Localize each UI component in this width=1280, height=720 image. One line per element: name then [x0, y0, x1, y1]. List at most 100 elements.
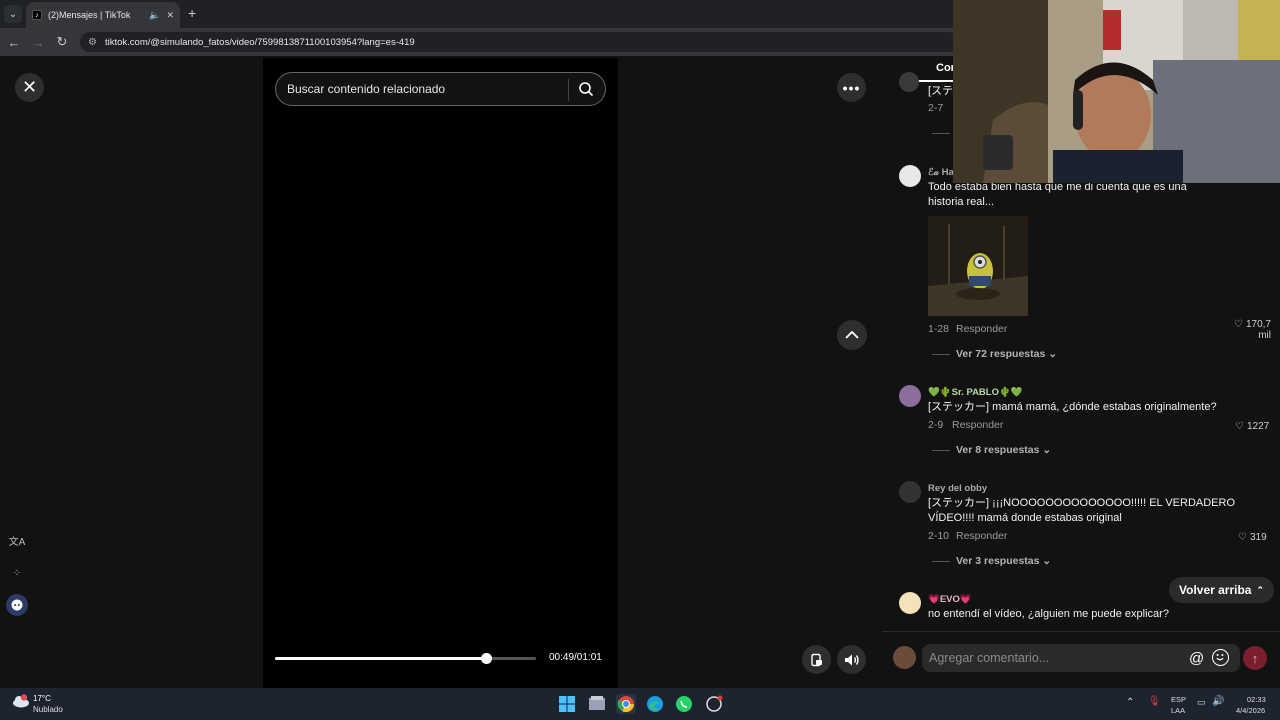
- volume-tray-icon[interactable]: 🔊: [1212, 696, 1224, 707]
- avatar[interactable]: [899, 165, 921, 187]
- view-replies-button[interactable]: Ver 3 respuestas ⌄: [956, 555, 1051, 567]
- related-search-input[interactable]: Buscar contenido relacionado: [275, 72, 606, 106]
- new-tab-button[interactable]: +: [188, 6, 196, 20]
- comment-date: 2-9: [928, 419, 944, 431]
- progress-bar-fill: [275, 657, 487, 660]
- reply-button[interactable]: Responder: [952, 419, 1003, 431]
- chevron-up-icon: [845, 330, 859, 339]
- windows-taskbar: [0, 688, 1280, 720]
- search-placeholder: Buscar contenido relacionado: [287, 82, 446, 96]
- comment-username[interactable]: ℰ𝒶 Ha: [928, 167, 954, 178]
- replies-divider: [932, 354, 950, 355]
- reload-icon[interactable]: ↻: [53, 33, 71, 51]
- url-bar[interactable]: ⚙ tiktok.com/@simulando_fatos/video/7599…: [80, 32, 960, 52]
- close-icon: ✕: [21, 77, 38, 97]
- clock-date[interactable]: 4/4/2026: [1236, 706, 1265, 715]
- view-replies-button[interactable]: Ver 72 respuestas ⌄: [956, 348, 1057, 360]
- like-count: 170,7: [1245, 319, 1271, 330]
- like-count: 319: [1249, 532, 1267, 543]
- file-explorer-icon[interactable]: [587, 694, 607, 714]
- site-settings-icon[interactable]: ⚙: [88, 37, 97, 48]
- cloud-icon[interactable]: [12, 694, 30, 708]
- comment-text: [ステッカー] ¡¡¡NOOOOOOOOOOOOOO!!!!! EL VERDA…: [928, 497, 1236, 509]
- comment-username[interactable]: 💗EVO💗: [928, 594, 972, 605]
- mini-player-button[interactable]: [802, 645, 831, 674]
- weather-description: Nublado: [33, 705, 63, 714]
- clock-time[interactable]: 02:33: [1247, 695, 1266, 704]
- browser-tab[interactable]: ♪ (2)Mensajes | TikTok 🔈 ✕: [26, 2, 180, 28]
- search-divider: [568, 79, 569, 101]
- comment-text: [ステッカー] mamá mamá, ¿dónde estabas origin…: [928, 401, 1217, 413]
- forward-arrow-icon[interactable]: →: [29, 33, 47, 51]
- ellipsis-icon: •••: [842, 79, 861, 96]
- reply-button[interactable]: Responder: [956, 323, 1007, 335]
- like-count: mil: [1258, 330, 1271, 341]
- tiktok-favicon-icon: ♪: [32, 10, 42, 20]
- previous-video-button[interactable]: [837, 320, 867, 350]
- comment-date: 2-10: [928, 530, 950, 542]
- comment-text: VÍDEO!!!! mamá donde estabas original: [928, 512, 1122, 524]
- like-button[interactable]: ♡ 319: [1238, 532, 1267, 543]
- translate-icon[interactable]: 文A: [6, 529, 28, 551]
- keyboard-layout[interactable]: LAA: [1171, 706, 1185, 715]
- view-replies-label: Ver 3 respuestas: [956, 555, 1040, 567]
- apps-icon[interactable]: ⁘: [6, 562, 28, 584]
- tab-audio-icon[interactable]: 🔈: [149, 10, 160, 21]
- video-player[interactable]: [263, 58, 618, 688]
- replies-divider: [932, 450, 950, 451]
- heart-icon: ♡: [1235, 421, 1244, 432]
- search-icon[interactable]: [578, 81, 594, 97]
- view-replies-button[interactable]: Ver 8 respuestas ⌄: [956, 444, 1051, 456]
- microphone-icon[interactable]: 🎙: [1148, 696, 1161, 707]
- avatar[interactable]: [899, 72, 919, 92]
- picture-in-picture-icon: [810, 653, 822, 666]
- minion-sticker-icon: [928, 216, 1028, 316]
- close-video-button[interactable]: ✕: [15, 73, 44, 102]
- edge-icon[interactable]: [645, 694, 665, 714]
- progress-handle[interactable]: [480, 653, 492, 664]
- url-text: tiktok.com/@simulando_fatos/video/759981…: [104, 36, 415, 48]
- like-button[interactable]: ♡ 170,7 mil: [1234, 319, 1271, 341]
- chevron-down-icon: ⌄: [1042, 444, 1052, 456]
- network-icon[interactable]: ▭: [1197, 697, 1206, 708]
- whatsapp-icon[interactable]: [674, 694, 694, 714]
- back-arrow-icon[interactable]: ←: [5, 33, 23, 51]
- comment-username[interactable]: Rey del obby: [928, 483, 987, 494]
- like-button[interactable]: ♡ 1227: [1235, 421, 1269, 432]
- streamer-webcam-icon: [953, 0, 1280, 183]
- comment-text: [ステ: [928, 85, 954, 97]
- tray-chevron-up-icon[interactable]: ⌃: [1126, 697, 1134, 708]
- assistant-bot-icon[interactable]: [6, 594, 28, 616]
- add-comment-placeholder: Agregar comentario...: [929, 651, 1050, 665]
- emoji-icon[interactable]: [1212, 649, 1229, 666]
- windows-start-icon[interactable]: [557, 694, 577, 714]
- avatar[interactable]: [899, 481, 921, 503]
- view-replies-label: Ver 72 respuestas: [956, 348, 1046, 360]
- reply-button[interactable]: Responder: [956, 530, 1007, 542]
- send-comment-button[interactable]: ↑: [1243, 646, 1267, 670]
- tab-close-icon[interactable]: ✕: [166, 10, 174, 21]
- double-chevron-up-icon: ⌃: [1256, 584, 1265, 595]
- more-options-button[interactable]: •••: [837, 73, 866, 102]
- keyboard-language[interactable]: ESP: [1171, 695, 1186, 704]
- arrow-up-icon: ↑: [1251, 650, 1259, 666]
- chevron-down-icon: ⌄: [1048, 348, 1058, 360]
- chevron-down-icon: ⌄: [1042, 555, 1052, 567]
- back-to-top-button[interactable]: Volver arriba ⌃: [1169, 577, 1275, 603]
- webcam-overlay: [953, 0, 1280, 183]
- tab-search-chevron-icon[interactable]: ⌄: [4, 5, 22, 23]
- speaker-icon: [844, 654, 859, 665]
- avatar[interactable]: [899, 592, 921, 614]
- avatar[interactable]: [893, 646, 916, 669]
- back-to-top-label: Volver arriba: [1179, 583, 1252, 597]
- volume-button[interactable]: [837, 645, 866, 674]
- avatar[interactable]: [899, 385, 921, 407]
- comment-sticker-image[interactable]: [928, 216, 1028, 316]
- mention-icon[interactable]: @: [1189, 650, 1204, 667]
- app-icon[interactable]: [704, 694, 724, 714]
- comment-username[interactable]: 💚🌵Sr. PABLO🌵💚: [928, 387, 1023, 398]
- view-replies-label: Ver 8 respuestas: [956, 444, 1040, 456]
- chrome-icon[interactable]: [616, 694, 636, 714]
- like-count: 1227: [1246, 421, 1270, 432]
- comment-date: 1-28: [928, 323, 950, 335]
